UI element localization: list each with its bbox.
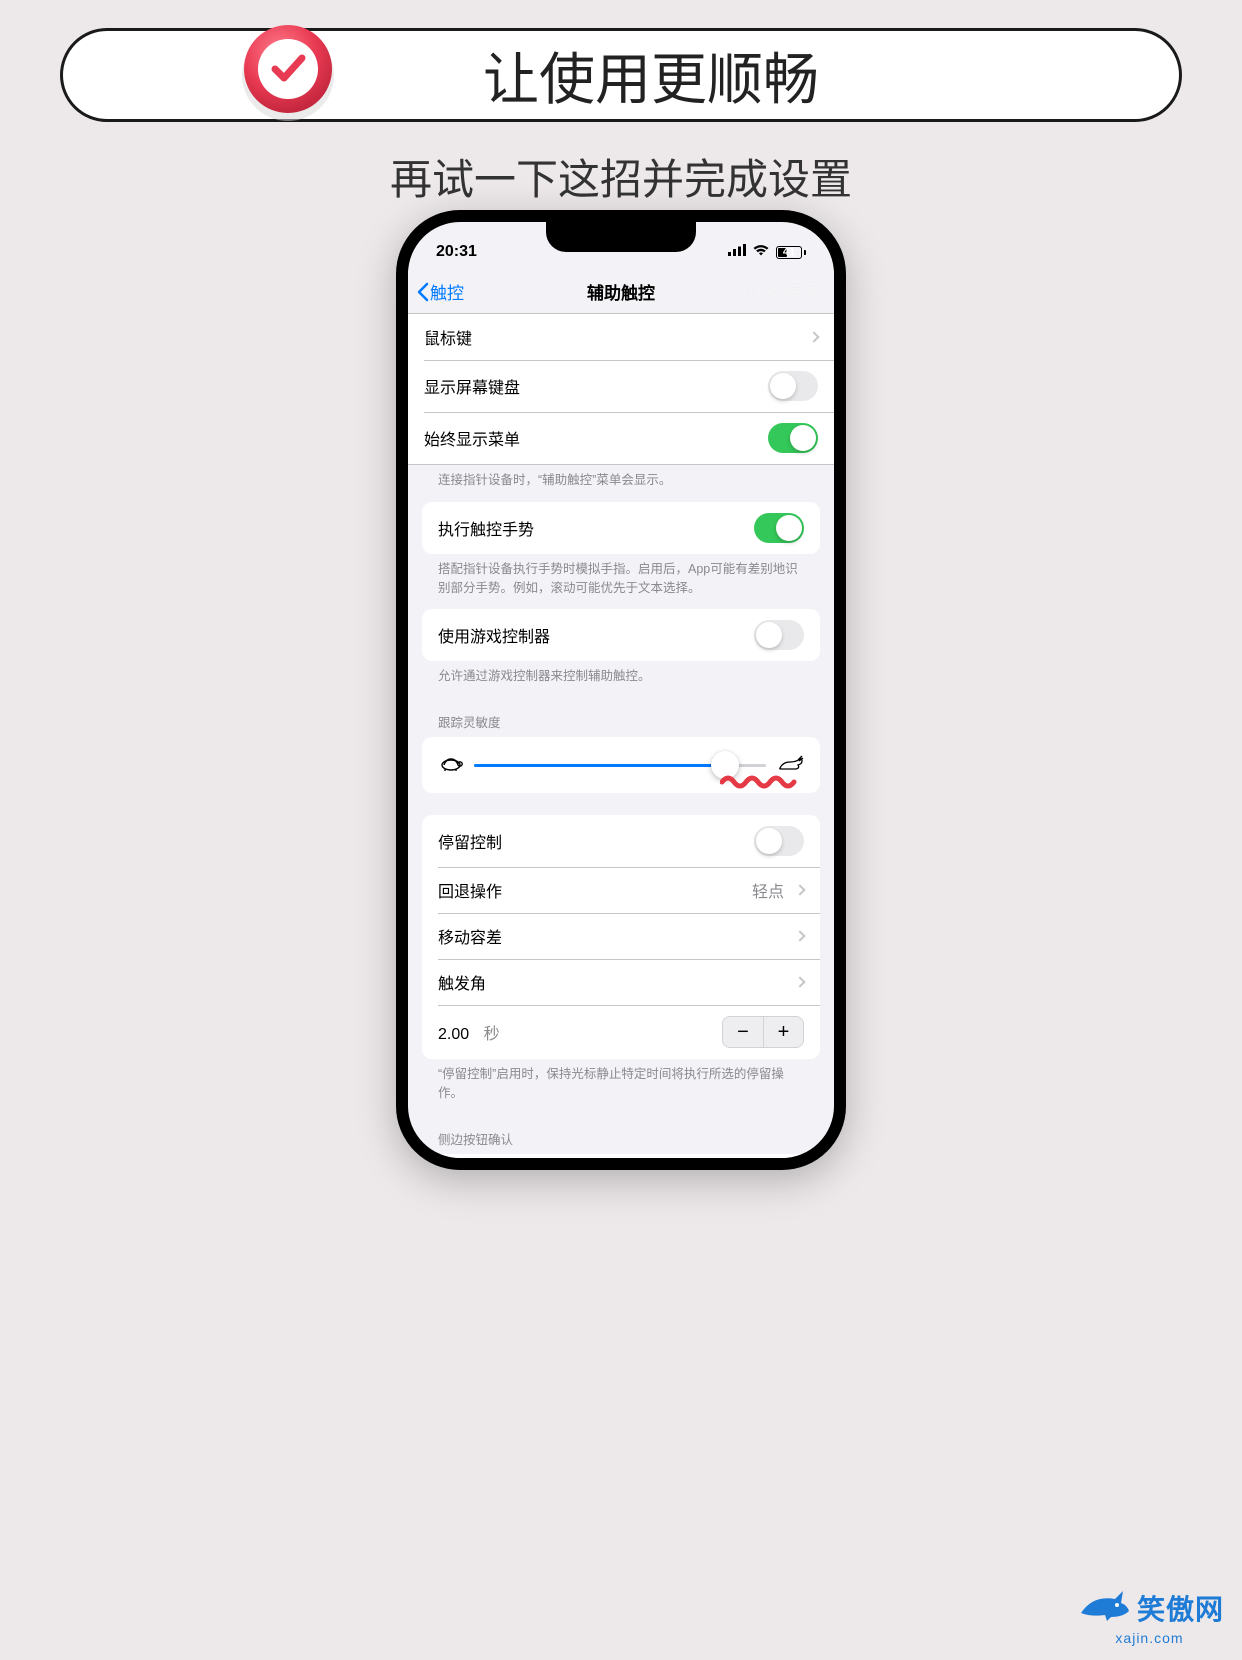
battery-percent: 41 <box>783 246 795 258</box>
annotation-squiggle-icon <box>720 772 800 790</box>
cellular-icon <box>728 243 746 261</box>
dwell-time-unit: 秒 <box>484 1026 500 1043</box>
nav-back-label: 触控 <box>430 279 464 304</box>
shark-icon <box>1075 1587 1131 1628</box>
settings-content[interactable]: 鼠标键 显示屏幕键盘 始终显示菜单 连接指针设备时，“辅助触控”菜单会显示。 执… <box>408 314 834 1158</box>
row-hot-corners[interactable]: 触发角 <box>422 959 820 1005</box>
group-footer: 允许通过游戏控制器来控制辅助触控。 <box>408 661 834 698</box>
row-label: 鼠标键 <box>424 325 472 349</box>
nav-title: 辅助触控 <box>587 279 655 304</box>
site-watermark: 笑傲网 xajin.com <box>1075 1587 1224 1646</box>
section-header-tracking: 跟踪灵敏度 <box>408 698 834 737</box>
switch-perform-touch-gestures[interactable] <box>754 513 804 543</box>
section-header-side-button: 侧边按钮确认 <box>408 1115 834 1154</box>
row-value: 轻点 <box>752 878 784 902</box>
row-label: 触发角 <box>438 970 486 994</box>
status-right: 41 <box>728 243 806 261</box>
chevron-right-icon <box>794 930 805 941</box>
row-label: 移动容差 <box>438 924 502 948</box>
row-label: 使用游戏控制器 <box>438 623 550 647</box>
tortoise-icon <box>438 754 464 777</box>
row-dwell-control[interactable]: 停留控制 <box>422 815 820 867</box>
site-domain: xajin.com <box>1115 1630 1183 1646</box>
chevron-right-icon <box>794 884 805 895</box>
checkmark-badge-icon <box>233 17 343 127</box>
row-label: 执行触控手势 <box>438 516 534 540</box>
banner-title: 让使用更顺畅 <box>483 35 819 116</box>
switch-show-onscreen-keyboard[interactable] <box>768 371 818 401</box>
battery-icon: 41 <box>776 246 806 259</box>
group-touch-gestures: 执行触控手势 <box>422 502 820 554</box>
row-label: 始终显示菜单 <box>424 426 520 450</box>
row-mouse-keys[interactable]: 鼠标键 <box>408 314 834 360</box>
group-footer: “停留控制”启用时，保持光标静止特定时间将执行所选的停留操作。 <box>408 1059 834 1115</box>
phone-screen: 20:31 <box>408 222 834 1158</box>
stepper-decrease-button[interactable]: − <box>723 1017 763 1047</box>
nav-bar: 触控 辅助触控 长安有酒 <box>408 270 834 314</box>
row-label: 显示屏幕键盘 <box>424 374 520 398</box>
switch-use-game-controller[interactable] <box>754 620 804 650</box>
row-label: 回退操作 <box>438 878 502 902</box>
phone-notch <box>546 222 696 252</box>
chevron-right-icon <box>794 976 805 987</box>
screenshot-watermark: 长安有酒 <box>746 278 822 304</box>
group-game-controller: 使用游戏控制器 <box>422 609 820 661</box>
site-name: 笑傲网 <box>1137 1588 1224 1628</box>
dwell-time-stepper: − + <box>722 1016 804 1048</box>
switch-dwell-control[interactable] <box>754 826 804 856</box>
group-footer: 搭配指针设备执行手势时模拟手指。启用后，App可能有差别地识别部分手势。例如，滚… <box>408 554 834 610</box>
page-banner: 让使用更顺畅 <box>60 28 1182 122</box>
switch-always-show-menu[interactable] <box>768 423 818 453</box>
group-dwell-control: 停留控制 回退操作 轻点 移动容差 触发角 <box>422 815 820 1059</box>
stepper-increase-button[interactable]: + <box>763 1017 803 1047</box>
nav-back-button[interactable]: 触控 <box>416 279 464 304</box>
row-show-onscreen-keyboard[interactable]: 显示屏幕键盘 <box>408 360 834 412</box>
dwell-time-value: 2.00 <box>438 1026 469 1043</box>
wifi-icon <box>752 243 770 261</box>
row-label: 停留控制 <box>438 829 502 853</box>
group-side-button: 通过辅助触控确认 <box>422 1154 820 1159</box>
row-use-game-controller[interactable]: 使用游戏控制器 <box>422 609 820 661</box>
row-confirm-with-assistive-touch[interactable]: 通过辅助触控确认 <box>422 1154 820 1159</box>
row-movement-tolerance[interactable]: 移动容差 <box>422 913 820 959</box>
row-perform-touch-gestures[interactable]: 执行触控手势 <box>422 502 820 554</box>
row-fallback-action[interactable]: 回退操作 轻点 <box>422 867 820 913</box>
row-dwell-time: 2.00 秒 − + <box>422 1005 820 1059</box>
row-always-show-menu[interactable]: 始终显示菜单 <box>408 412 834 464</box>
chevron-left-icon <box>416 282 430 302</box>
chevron-right-icon <box>808 331 819 342</box>
group-pointer-devices: 鼠标键 显示屏幕键盘 始终显示菜单 <box>408 314 834 465</box>
page-subtitle: 再试一下这招并完成设置 <box>0 146 1242 207</box>
status-time: 20:31 <box>436 243 477 261</box>
group-footer: 连接指针设备时，“辅助触控”菜单会显示。 <box>408 465 834 502</box>
phone-frame: 20:31 <box>396 210 846 1170</box>
